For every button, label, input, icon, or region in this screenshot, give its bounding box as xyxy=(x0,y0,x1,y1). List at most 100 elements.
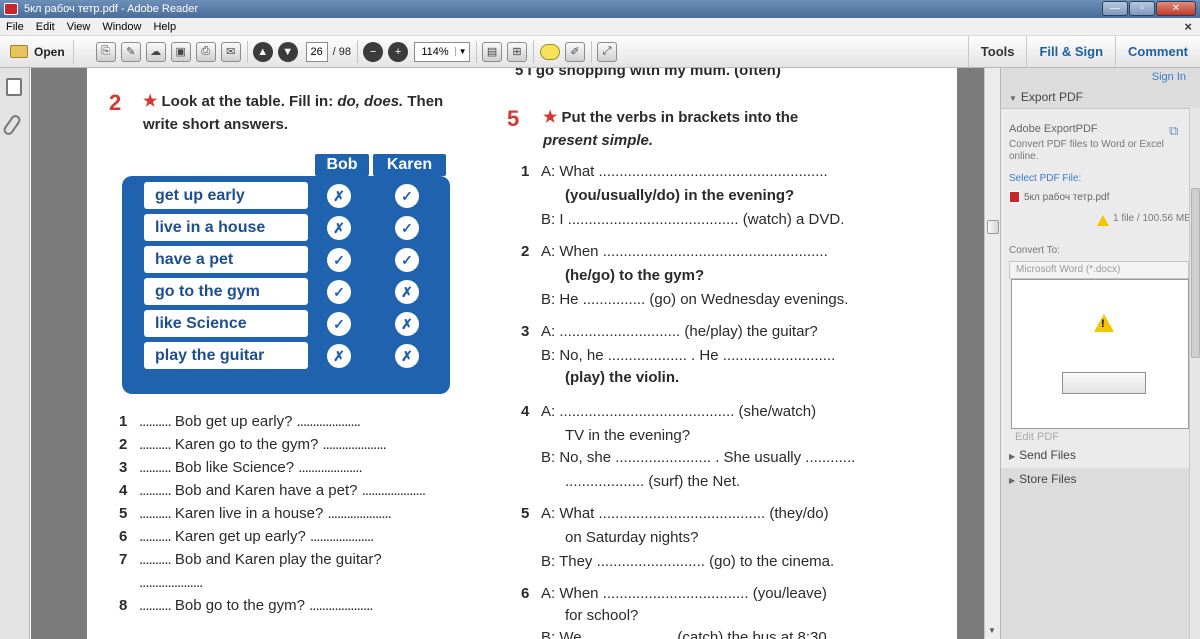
zoom-in-icon[interactable]: + xyxy=(388,41,409,62)
line-text: ................... (surf) the Net. xyxy=(565,473,741,490)
q-post: .................... xyxy=(298,459,362,476)
folder-icon xyxy=(10,45,28,58)
pane-scrollbar[interactable] xyxy=(1189,108,1200,639)
print-icon[interactable]: ⎙ xyxy=(195,41,216,62)
next-page-icon[interactable]: ▼ xyxy=(277,41,298,62)
table-row-label: go to the gym xyxy=(144,278,308,305)
exercise-line: for school? xyxy=(565,606,638,626)
minimize-button[interactable]: — xyxy=(1102,1,1128,16)
exercise-line: 3 A: ............................. (he/pl… xyxy=(521,322,818,342)
exercise-line: B: He ............... (go) on Wednesday … xyxy=(541,290,848,310)
q-text: Bob go to the gym? xyxy=(174,597,305,614)
q-text: Bob and Karen play the guitar? xyxy=(174,551,382,568)
karen-mark: ✓ xyxy=(395,184,419,208)
store-files-header[interactable]: ▶ Store Files xyxy=(1009,472,1077,486)
line-text: A: What ................................… xyxy=(541,505,829,522)
exercise-line: (play) the violin. xyxy=(565,368,679,388)
task-tabs: Tools Fill & Sign Comment xyxy=(967,36,1200,68)
title-bar: 5кл рабоч тетр.pdf - Adobe Reader — ▫ ✕ xyxy=(0,0,1200,18)
q-pre: .......... xyxy=(139,436,172,453)
zoom-select[interactable]: 114% ▼ xyxy=(414,41,471,62)
exercise-line: 2 A: When ...............................… xyxy=(521,242,828,262)
q-pre: .......... xyxy=(139,413,172,430)
ex2-title-part-b: do, does. xyxy=(337,93,404,110)
line-num: 3 xyxy=(521,323,530,340)
question-line: 2.......... Karen go to the gym? .......… xyxy=(119,435,387,455)
q-pre: .......... xyxy=(139,459,172,476)
line-text: A: When ................................… xyxy=(541,243,828,260)
tab-comment[interactable]: Comment xyxy=(1115,36,1200,68)
line-text: TV in the evening? xyxy=(565,427,691,444)
email-icon[interactable]: ✉ xyxy=(220,41,241,62)
navigation-panel xyxy=(0,68,30,639)
q-num: 1 xyxy=(119,413,128,430)
save-icon[interactable]: ▣ xyxy=(170,41,191,62)
bob-mark: ✗ xyxy=(327,344,351,368)
convert-to-label: Convert To: xyxy=(1009,245,1060,256)
menu-view[interactable]: View xyxy=(61,21,97,33)
zoom-out-icon[interactable]: − xyxy=(363,41,384,62)
exercise-line: (you/usually/do) in the evening? xyxy=(565,186,794,206)
zoom-value: 114% xyxy=(421,45,449,58)
previous-page-icon[interactable]: ▲ xyxy=(252,41,273,62)
q-pre: .......... xyxy=(139,551,172,568)
exercise-line: B: No, he ................... . He .....… xyxy=(541,346,835,366)
line-num: 6 xyxy=(521,585,530,602)
format-select[interactable]: Microsoft Word (*.docx) xyxy=(1009,261,1189,279)
export-pdf-header[interactable]: ▼ Export PDF xyxy=(1009,90,1083,104)
fit-page-icon[interactable]: ▤ xyxy=(482,41,503,62)
sign-in-link[interactable]: Sign In xyxy=(1152,71,1186,83)
tab-fill-sign[interactable]: Fill & Sign xyxy=(1026,36,1115,68)
exercise-line: TV in the evening? xyxy=(565,426,690,446)
table-row-label: get up early xyxy=(144,182,308,209)
pane-scroll-thumb[interactable] xyxy=(1191,188,1200,358)
ex2-title-part-c: Then xyxy=(407,93,444,110)
line-text: for school? xyxy=(565,607,639,624)
question-line: 1.......... Bob get up early? ..........… xyxy=(119,412,361,432)
scroll-down-icon[interactable]: ▼ xyxy=(988,626,996,635)
upload-cloud-icon[interactable]: ☁ xyxy=(145,41,166,62)
line-text: B: No, she ....................... . She… xyxy=(541,449,856,466)
column-header-bob: Bob xyxy=(315,154,369,176)
selected-file[interactable]: 5кл рабоч тетр.pdf xyxy=(1009,191,1109,203)
open-button[interactable]: Open xyxy=(6,39,74,64)
maximize-button[interactable]: ▫ xyxy=(1129,1,1155,16)
tab-tools[interactable]: Tools xyxy=(967,36,1027,68)
menu-bar: File Edit View Window Help × xyxy=(0,18,1200,36)
adobe-exportpdf-title: Adobe ExportPDF xyxy=(1009,123,1098,135)
bob-mark: ✗ xyxy=(327,216,351,240)
menu-window[interactable]: Window xyxy=(96,21,147,33)
page-thumbnails-icon[interactable] xyxy=(6,78,22,96)
create-pdf-icon[interactable]: ⎘ xyxy=(95,41,116,62)
q-num: 7 xyxy=(119,551,128,568)
attachments-icon[interactable] xyxy=(1,113,23,137)
highlight-icon[interactable]: ✐ xyxy=(565,41,586,62)
menu-file[interactable]: File xyxy=(0,21,30,33)
chevron-down-icon: ▼ xyxy=(455,47,469,56)
menu-help[interactable]: Help xyxy=(147,21,182,33)
toolbar: Open ⎘ ✎ ☁ ▣ ⎙ ✉ ▲ ▼ 26 / 98 − + 114% ▼ … xyxy=(0,36,1200,68)
warning-dialog: ! xyxy=(1011,279,1189,429)
close-document-icon[interactable]: × xyxy=(1184,19,1192,34)
line-num: 1 xyxy=(521,163,530,180)
scroll-thumb[interactable] xyxy=(987,220,999,234)
question-line: 5.......... Karen live in a house? .....… xyxy=(119,504,392,524)
fit-width-icon[interactable]: ⊞ xyxy=(507,41,528,62)
send-files-header[interactable]: ▶ Send Files xyxy=(1009,448,1076,462)
document-scrollbar[interactable]: ▼ xyxy=(984,68,1000,639)
close-window-button[interactable]: ✕ xyxy=(1156,1,1196,16)
adobe-reader-icon xyxy=(4,3,18,15)
fullscreen-icon[interactable]: ⤢ xyxy=(597,41,618,62)
tools-pane: Sign In ▼ Export PDF Adobe ExportPDF Conv… xyxy=(1000,68,1200,639)
q-num: 6 xyxy=(119,528,128,545)
menu-edit[interactable]: Edit xyxy=(30,21,61,33)
page-number-input[interactable]: 26 xyxy=(305,41,328,62)
edit-icon[interactable]: ✎ xyxy=(120,41,141,62)
dialog-button[interactable] xyxy=(1062,372,1146,394)
comment-bubble-icon[interactable] xyxy=(540,43,561,60)
document-viewport[interactable]: 5 I go shopping with my mum. (often) 2 ★… xyxy=(31,68,984,639)
line-text: A: ............................. (he/pla… xyxy=(541,323,818,340)
karen-mark: ✗ xyxy=(395,344,419,368)
q-post: .................... xyxy=(327,505,391,522)
karen-mark: ✗ xyxy=(395,280,419,304)
